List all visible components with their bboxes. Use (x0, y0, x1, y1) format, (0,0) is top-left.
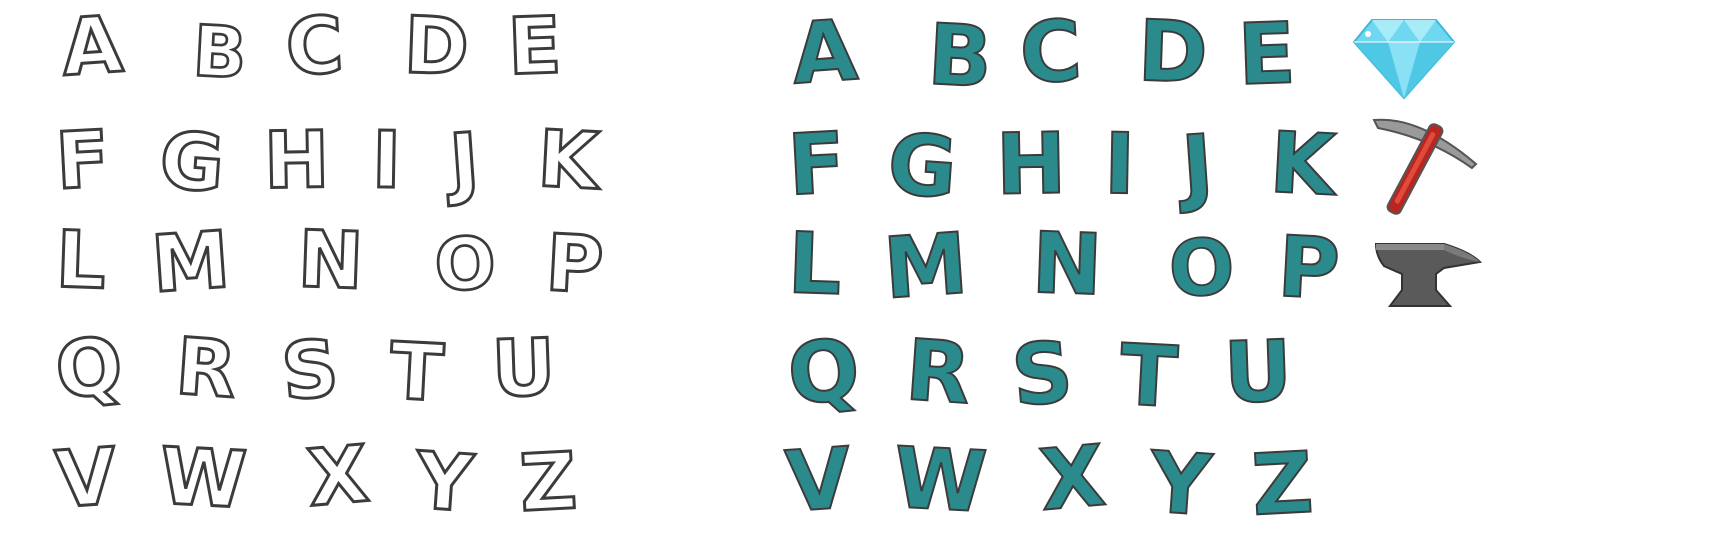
filled-letter-z: Z (1248, 432, 1316, 535)
filled-letter-l: L (785, 213, 844, 315)
outline-letter-n: N (295, 213, 366, 308)
filled-letter-g: G (884, 114, 962, 219)
outline-letter-s: S (277, 322, 344, 420)
filled-letter-w: W (890, 428, 990, 533)
filled-letter-p: P (1274, 216, 1343, 319)
filled-letter-t: T (1116, 325, 1180, 428)
anvil-icon (1374, 243, 1482, 307)
outline-letter-z: Z (516, 435, 580, 531)
pickaxe-icon (1372, 118, 1478, 215)
outline-letter-o: O (431, 221, 499, 310)
outline-letter-g: G (155, 114, 228, 211)
outline-letter-r: R (171, 321, 240, 418)
outline-letter-m: M (147, 214, 234, 312)
outline-letter-h: H (262, 114, 332, 208)
outline-letter-x: X (303, 428, 374, 526)
outline-letter-j: J (445, 116, 483, 211)
outline-letter-w: W (156, 430, 250, 527)
filled-letter-r: R (902, 320, 975, 424)
filled-letter-n: N (1029, 213, 1105, 315)
filled-letter-q: Q (782, 319, 865, 426)
outline-letter-u: U (489, 321, 558, 416)
filled-letter-a: A (788, 0, 862, 104)
filled-letter-j: J (1178, 115, 1218, 217)
filled-letter-e: E (1235, 3, 1298, 105)
outline-letter-e: E (505, 0, 564, 94)
filled-letter-v: V (782, 428, 856, 532)
outline-letter-a: A (57, 0, 127, 95)
filled-letter-b: B (924, 4, 995, 107)
outline-letter-c: C (282, 0, 347, 95)
outline-letter-v: V (51, 431, 121, 528)
filled-letter-x: X (1035, 425, 1110, 530)
outline-letter-l: L (53, 214, 109, 309)
outline-letter-f: F (52, 113, 113, 209)
filled-letter-u: U (1221, 321, 1295, 423)
outline-letter-p: P (542, 217, 607, 313)
outline-letter-y: Y (411, 435, 477, 532)
outline-letter-t: T (386, 325, 447, 421)
diamond-icon (1352, 19, 1456, 100)
font-specimen-sheet: A B C D E F G H I J K L M N O P Q R S T … (0, 0, 1727, 536)
filled-letter-k: K (1266, 112, 1338, 215)
filled-letter-s: S (1007, 322, 1078, 427)
filled-letter-d: D (1135, 1, 1210, 103)
outline-letter-d: D (401, 0, 472, 95)
filled-letter-y: Y (1146, 432, 1216, 536)
filled-letter-o: O (1166, 220, 1238, 315)
filled-letter-f: F (784, 113, 848, 216)
filled-letter-c: C (1016, 0, 1085, 103)
filled-letter-m: M (880, 213, 972, 319)
outline-letter-k: K (534, 113, 602, 209)
outline-letter-b: B (190, 10, 250, 96)
outline-letter-i: I (370, 114, 404, 207)
filled-letter-h: H (994, 113, 1068, 214)
outline-letter-q: Q (50, 319, 128, 418)
filled-letter-i: I (1102, 114, 1137, 215)
